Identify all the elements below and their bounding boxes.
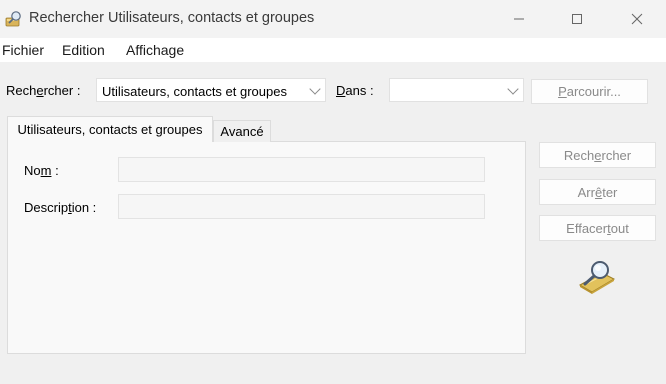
search-button[interactable]: Rech e rcher (539, 142, 656, 168)
description-label: Description : (24, 200, 97, 215)
name-field[interactable] (118, 157, 485, 182)
close-icon (631, 13, 643, 25)
minimize-icon (514, 18, 524, 20)
location-dropdown[interactable] (389, 78, 524, 102)
search-animation-icon (574, 259, 616, 295)
description-field[interactable] (118, 194, 485, 219)
clear-all-button[interactable]: Effacer t out (539, 215, 656, 241)
chevron-down-icon (309, 83, 321, 95)
find-users-icon (5, 10, 23, 28)
minimize-button[interactable] (496, 0, 542, 38)
maximize-icon (572, 14, 582, 24)
object-type-dropdown[interactable]: Utilisateurs, contacts et groupes (96, 78, 326, 102)
menu-affichage[interactable]: Affichage (126, 42, 184, 58)
browse-button[interactable]: Parcourir... (531, 79, 648, 104)
menu-fichier[interactable]: Fichier (2, 42, 44, 58)
name-label: Nom : (24, 163, 59, 178)
location-label: Dans : (336, 83, 374, 98)
chevron-down-icon (507, 83, 519, 95)
stop-button[interactable]: Arr ê ter (539, 179, 656, 205)
object-type-value: Utilisateurs, contacts et groupes (102, 84, 287, 99)
find-type-label: Rechercher : (6, 83, 81, 98)
menu-edition[interactable]: Edition (62, 42, 105, 58)
tab-advanced[interactable]: Avancé (213, 120, 271, 142)
tab-users-contacts-groups[interactable]: Utilisateurs, contacts et groupes (7, 116, 213, 142)
maximize-button[interactable] (554, 0, 600, 38)
close-button[interactable] (614, 0, 660, 38)
window-title: Rechercher Utilisateurs, contacts et gro… (29, 10, 315, 26)
